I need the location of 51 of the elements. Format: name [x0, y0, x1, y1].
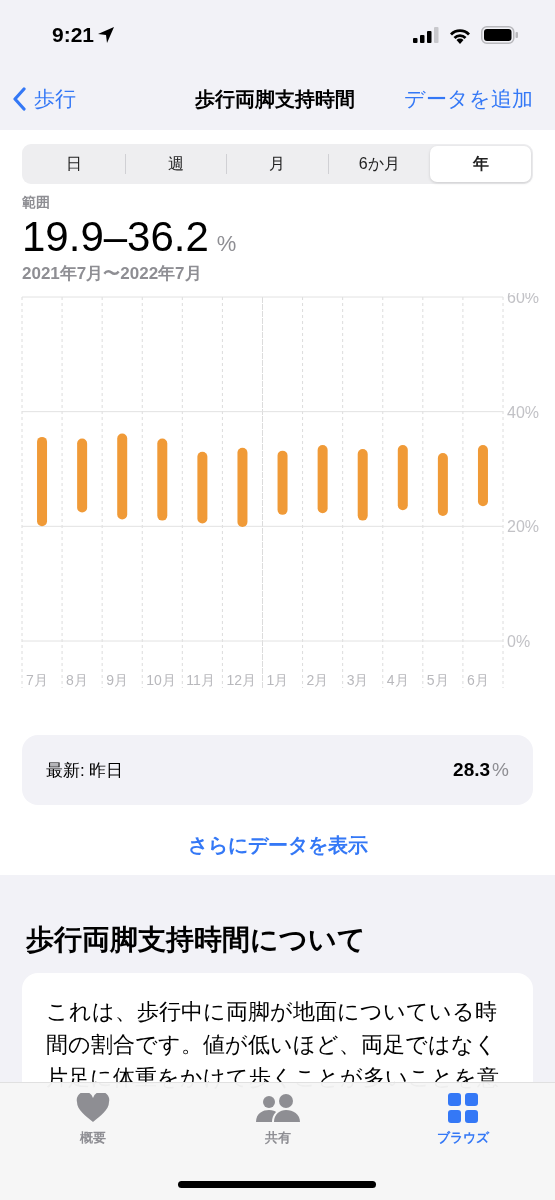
y-axis-label: 0% [507, 633, 531, 651]
x-axis-label: 1月 [266, 672, 289, 689]
x-axis-label: 12月 [226, 672, 256, 689]
segment-tab[interactable]: 日 [24, 146, 125, 182]
latest-value: 28.3 [453, 759, 491, 782]
x-axis-label: 8月 [66, 672, 88, 689]
date-range: 2021年7月〜2022年7月 [22, 263, 203, 286]
segment-tab[interactable]: 年 [430, 146, 531, 182]
people-icon [254, 1093, 301, 1123]
status-time: 9:21 [52, 23, 95, 47]
latest-label: 最新: 昨日 [46, 759, 124, 782]
unit-label: % [492, 759, 509, 782]
range-bar [437, 453, 448, 517]
signal-icon [413, 27, 439, 43]
range-value: 19.9–36.2 [22, 214, 209, 261]
tab-item[interactable]: ブラウズ [402, 1093, 523, 1147]
range-bar [397, 445, 408, 511]
range-bar [317, 445, 328, 514]
x-axis-label: 5月 [426, 672, 449, 689]
back-button[interactable]: 歩行 [12, 85, 76, 113]
add-data-button[interactable]: データを追加 [404, 85, 533, 113]
unit-label: % [216, 231, 237, 257]
range-bar [197, 452, 208, 524]
range-label: 範囲 [22, 194, 51, 212]
segment-tab[interactable]: 月 [227, 146, 328, 182]
range-bar [357, 449, 368, 521]
segment-tab[interactable]: 6か月 [328, 146, 430, 182]
chevron-left-icon [12, 87, 26, 111]
battery-icon [481, 26, 519, 44]
y-axis-label: 20% [507, 518, 540, 536]
segment-tab[interactable]: 週 [125, 146, 227, 182]
show-more-link[interactable]: さらにデータを表示 [187, 827, 368, 864]
x-axis-label: 10月 [146, 672, 176, 689]
range-bar [477, 445, 488, 507]
location-arrow-icon [97, 26, 116, 44]
heart-icon [75, 1093, 110, 1123]
x-axis-label: 7月 [26, 672, 48, 689]
range-bar [277, 450, 288, 516]
section-heading: 歩行両脚支持時間について [26, 923, 367, 958]
nav-title: 歩行両脚支持時間 [195, 86, 355, 112]
x-axis-label: 3月 [346, 672, 369, 689]
x-axis-label: 9月 [106, 672, 128, 689]
tab-item[interactable]: 概要 [32, 1093, 153, 1147]
grid-icon [447, 1093, 478, 1123]
x-axis-label: 4月 [386, 672, 409, 689]
y-axis-label: 40% [507, 403, 540, 421]
x-axis-label: 6月 [466, 672, 489, 689]
x-axis-label: 2月 [306, 672, 329, 689]
tab-item[interactable]: 共有 [217, 1093, 338, 1147]
x-axis-label: 11月 [186, 672, 215, 689]
wifi-icon [448, 26, 472, 44]
